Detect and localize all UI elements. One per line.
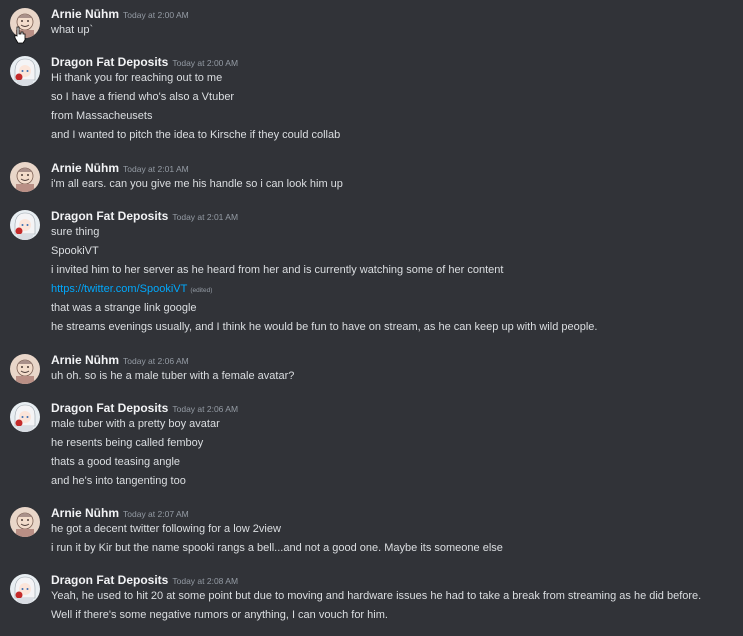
message-text: i run it by Kir but the name spooki rang… — [51, 542, 503, 554]
message-text: i invited him to her server as he heard … — [51, 264, 504, 276]
message-text: and he's into tangenting too — [51, 475, 186, 487]
white-haired-character-avatar-icon — [10, 210, 40, 240]
message-header: Dragon Fat Deposits Today at 2:06 AM — [51, 400, 238, 416]
avatar[interactable] — [10, 402, 40, 432]
avatar[interactable] — [10, 56, 40, 86]
hand-pointer-cursor-icon — [14, 26, 26, 44]
twitter-link[interactable]: https://twitter.com/SpookiVT — [51, 283, 187, 295]
avatar[interactable] — [10, 354, 40, 384]
timestamp[interactable]: Today at 2:00 AM — [123, 10, 189, 20]
timestamp[interactable]: Today at 2:00 AM — [172, 58, 238, 68]
message-text: Yeah, he used to hit 20 at some point bu… — [51, 590, 702, 602]
message-text: Hi thank you for reaching out to me — [51, 72, 223, 84]
timestamp[interactable]: Today at 2:01 AM — [172, 212, 238, 222]
username[interactable]: Arnie Nūhm — [51, 506, 119, 520]
chat-message-list: Arnie Nūhm Today at 2:00 AM what up` Drag… — [0, 0, 743, 636]
message-text: and I wanted to pitch the idea to Kirsch… — [51, 129, 341, 141]
message-text: he got a decent twitter following for a … — [51, 523, 281, 535]
message-link-line: https://twitter.com/SpookiVT (edited) — [51, 282, 212, 298]
message-header: Arnie Nūhm Today at 2:01 AM — [51, 160, 189, 176]
timestamp[interactable]: Today at 2:06 AM — [172, 404, 238, 414]
message-text: from Massacheusets — [51, 110, 153, 122]
message-text: i'm all ears. can you give me his handle… — [51, 178, 343, 190]
message-header: Arnie Nūhm Today at 2:00 AM — [51, 6, 189, 22]
message-text: thats a good teasing angle — [51, 456, 181, 468]
message-text: sure thing — [51, 226, 100, 238]
white-haired-character-avatar-icon — [10, 402, 40, 432]
message-header: Arnie Nūhm Today at 2:06 AM — [51, 352, 189, 368]
message-header: Dragon Fat Deposits Today at 2:01 AM — [51, 208, 238, 224]
avatar[interactable] — [10, 574, 40, 604]
message-text: Well if there's some negative rumors or … — [51, 609, 388, 621]
smiling-character-avatar-icon — [10, 507, 40, 537]
message-text: he resents being called femboy — [51, 437, 204, 449]
white-haired-character-avatar-icon — [10, 56, 40, 86]
message-text: uh oh. so is he a male tuber with a fema… — [51, 370, 295, 382]
message-text: so I have a friend who's also a Vtuber — [51, 91, 235, 103]
username[interactable]: Dragon Fat Deposits — [51, 209, 168, 223]
avatar[interactable] — [10, 210, 40, 240]
avatar[interactable] — [10, 507, 40, 537]
message-header: Dragon Fat Deposits Today at 2:08 AM — [51, 572, 238, 588]
username[interactable]: Dragon Fat Deposits — [51, 573, 168, 587]
message-text: what up` — [51, 24, 94, 36]
smiling-character-avatar-icon — [10, 162, 40, 192]
username[interactable]: Arnie Nūhm — [51, 161, 119, 175]
timestamp[interactable]: Today at 2:06 AM — [123, 356, 189, 366]
avatar[interactable] — [10, 162, 40, 192]
username[interactable]: Dragon Fat Deposits — [51, 55, 168, 69]
timestamp[interactable]: Today at 2:08 AM — [172, 576, 238, 586]
timestamp[interactable]: Today at 2:07 AM — [123, 509, 189, 519]
edited-label: (edited) — [190, 287, 213, 294]
message-header: Dragon Fat Deposits Today at 2:00 AM — [51, 54, 238, 70]
timestamp[interactable]: Today at 2:01 AM — [123, 164, 189, 174]
message-text: male tuber with a pretty boy avatar — [51, 418, 220, 430]
message-text: he streams evenings usually, and I think… — [51, 321, 598, 333]
message-text: SpookiVT — [51, 245, 99, 257]
username[interactable]: Arnie Nūhm — [51, 353, 119, 367]
username[interactable]: Dragon Fat Deposits — [51, 401, 168, 415]
username[interactable]: Arnie Nūhm — [51, 7, 119, 21]
message-text: that was a strange link google — [51, 302, 197, 314]
message-header: Arnie Nūhm Today at 2:07 AM — [51, 505, 189, 521]
smiling-character-avatar-icon — [10, 354, 40, 384]
white-haired-character-avatar-icon — [10, 574, 40, 604]
